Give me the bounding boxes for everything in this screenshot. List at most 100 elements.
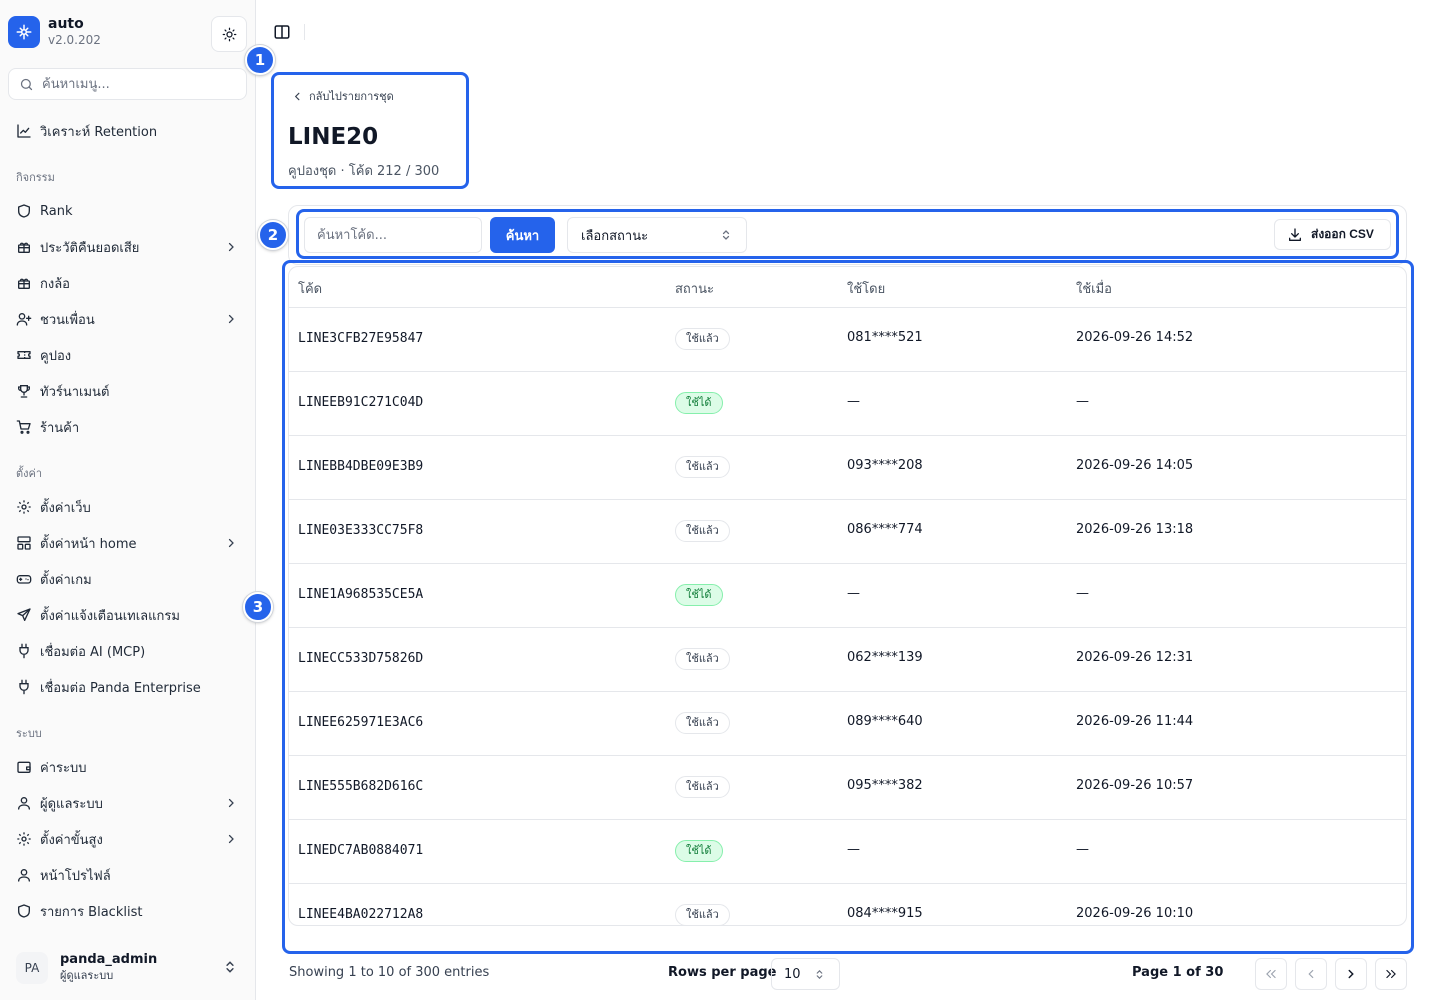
- sidebar-item-advanced-settings[interactable]: ตั้งค่าขั้นสูง: [8, 823, 247, 855]
- highlight-box-filters: [296, 209, 1399, 259]
- callout-badge-3: 3: [243, 592, 273, 622]
- sidebar-item-profile[interactable]: หน้าโปรไฟล์: [8, 859, 247, 891]
- sidebar-item-label: เชื่อมต่อ Panda Enterprise: [40, 680, 201, 696]
- user-plus-icon: [16, 313, 32, 326]
- sidebar-item-label: ตั้งค่าเกม: [40, 572, 92, 588]
- sidebar-toggle-button[interactable]: [272, 22, 292, 42]
- chevron-right-icon: [228, 798, 234, 808]
- user-role: ผู้ดูแลระบบ: [60, 969, 114, 982]
- sidebar-item-label: Rank: [40, 203, 73, 219]
- sun-icon: [222, 27, 236, 41]
- cart-icon: [16, 420, 31, 434]
- callout-badge-2: 2: [258, 220, 288, 250]
- sidebar-item-label: ตั้งค่าขั้นสูง: [40, 832, 103, 848]
- brand[interactable]: auto v2.0.202: [8, 16, 101, 48]
- sidebar-item-system-values[interactable]: ค่าระบบ: [8, 751, 247, 783]
- sidebar-item-web-settings[interactable]: ตั้งค่าเว็บ: [8, 491, 247, 523]
- sidebar-item-tournament[interactable]: ทัวร์นาเมนต์: [8, 375, 247, 407]
- sidebar-item-blacklist[interactable]: รายการ Blacklist: [8, 895, 247, 927]
- chevron-right-icon: [228, 834, 234, 844]
- last-page-button[interactable]: [1375, 958, 1407, 990]
- chevron-left-icon: [1308, 969, 1314, 979]
- chevrons-up-down-icon: [226, 961, 234, 973]
- sidebar-item-admins[interactable]: ผู้ดูแลระบบ: [8, 787, 247, 819]
- menu-search-input[interactable]: [42, 76, 232, 92]
- sidebar-item-label: ทัวร์นาเมนต์: [40, 384, 110, 400]
- sidebar-item-label: รายการ Blacklist: [40, 904, 143, 920]
- gift-icon: [18, 242, 30, 253]
- user-name: panda_admin: [60, 952, 158, 967]
- trophy-icon: [18, 385, 30, 398]
- wallet-icon: [17, 761, 31, 773]
- shield-icon: [18, 904, 30, 918]
- sidebar-item-coupon[interactable]: คูปอง: [8, 339, 247, 371]
- sidebar-item-label: ผู้ดูแลระบบ: [40, 796, 103, 812]
- sidebar-item-wheel[interactable]: กงล้อ: [8, 267, 247, 299]
- layout-icon: [17, 536, 31, 550]
- menu-search-box[interactable]: [8, 68, 247, 100]
- chevrons-up-down-icon: [816, 970, 823, 979]
- ticket-icon: [17, 351, 31, 359]
- user-icon: [18, 869, 30, 882]
- chevron-right-icon: [1348, 969, 1354, 979]
- chevron-right-icon: [228, 314, 234, 324]
- app-version: v2.0.202: [48, 33, 101, 47]
- previous-page-button[interactable]: [1295, 958, 1327, 990]
- toolbar-divider: [304, 24, 305, 40]
- chevron-right-icon: [228, 242, 234, 252]
- group-label-activity: กิจกรรม: [16, 171, 55, 184]
- sidebar-item-game-settings[interactable]: ตั้งค่าเกม: [8, 563, 247, 595]
- plug-icon: [19, 643, 29, 659]
- panel-left-icon: [274, 25, 290, 39]
- sidebar-item-home-settings[interactable]: ตั้งค่าหน้า home: [8, 527, 247, 559]
- sidebar-item-cashback-history[interactable]: ประวัติคืนยอดเสีย: [8, 231, 247, 263]
- highlight-box-table: [282, 260, 1414, 954]
- gamepad-icon: [16, 575, 32, 584]
- sidebar-item-rank[interactable]: Rank: [8, 195, 247, 227]
- gift-icon: [18, 278, 30, 289]
- sidebar-item-label: ตั้งค่าเว็บ: [40, 500, 91, 516]
- sidebar-item-label: หน้าโปรไฟล์: [40, 868, 111, 884]
- theme-toggle-button[interactable]: [211, 16, 247, 52]
- sidebar-item-referral[interactable]: ชวนเพื่อน: [8, 303, 247, 335]
- highlight-box-header: [271, 72, 469, 189]
- sidebar-item-retention[interactable]: วิเคราะห์ Retention: [8, 115, 247, 147]
- chevron-right-icon: [228, 538, 234, 548]
- gear-icon: [17, 500, 31, 514]
- sidebar-item-label: ตั้งค่าหน้า home: [40, 536, 137, 552]
- sidebar-item-panda-enterprise[interactable]: เชื่อมต่อ Panda Enterprise: [8, 671, 247, 703]
- rows-per-page-label: Rows per page: [668, 965, 777, 980]
- shield-icon: [18, 204, 30, 218]
- chevrons-left-icon: [1266, 969, 1276, 979]
- plug-icon: [19, 679, 29, 695]
- user-icon: [18, 797, 30, 810]
- group-label-system: ระบบ: [16, 727, 42, 740]
- avatar: PA: [16, 952, 48, 984]
- sidebar-item-label: ร้านค้า: [40, 420, 80, 436]
- sidebar-item-label: ประวัติคืนยอดเสีย: [40, 240, 140, 256]
- sidebar-item-label: วิเคราะห์ Retention: [40, 124, 158, 140]
- entries-summary: Showing 1 to 10 of 300 entries: [289, 965, 490, 980]
- sidebar-item-label: คูปอง: [40, 348, 72, 364]
- app-logo-icon: [8, 16, 40, 48]
- search-icon: [20, 78, 33, 90]
- app-name: auto: [48, 16, 84, 32]
- sidebar-item-ai-mcp[interactable]: เชื่อมต่อ AI (MCP): [8, 635, 247, 667]
- page-indicator: Page 1 of 30: [1132, 965, 1224, 980]
- rows-per-page-value: 10: [784, 966, 801, 982]
- next-page-button[interactable]: [1335, 958, 1367, 990]
- sidebar-item-label: กงล้อ: [40, 276, 70, 292]
- rows-per-page-select[interactable]: 10: [771, 958, 840, 990]
- user-menu[interactable]: PA panda_admin ผู้ดูแลระบบ: [8, 946, 247, 990]
- group-label-settings: ตั้งค่า: [16, 467, 43, 480]
- callout-badge-1: 1: [245, 45, 275, 75]
- first-page-button[interactable]: [1255, 958, 1287, 990]
- gear-icon: [17, 832, 31, 846]
- chevrons-right-icon: [1386, 969, 1396, 979]
- sidebar-item-label: เชื่อมต่อ AI (MCP): [40, 644, 146, 660]
- sidebar-item-telegram-settings[interactable]: ตั้งค่าแจ้งเตือนเทเลแกรม: [8, 599, 247, 631]
- sidebar-item-label: ตั้งค่าแจ้งเตือนเทเลแกรม: [40, 608, 180, 624]
- chart-line-icon: [17, 124, 31, 138]
- sidebar-item-shop[interactable]: ร้านค้า: [8, 411, 247, 443]
- sidebar-item-label: ชวนเพื่อน: [40, 312, 95, 328]
